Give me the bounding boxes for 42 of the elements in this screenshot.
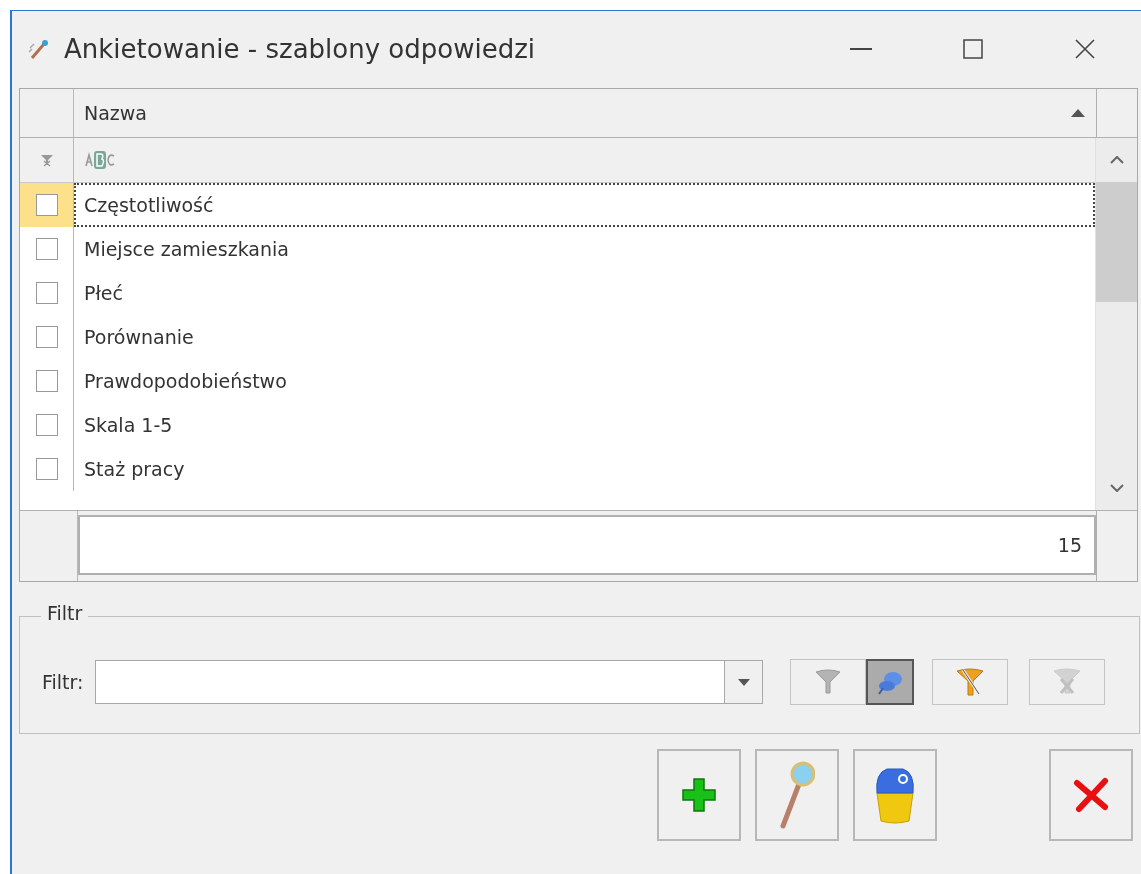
add-button[interactable] (657, 749, 741, 841)
close-button[interactable] (1049, 749, 1133, 841)
checkbox[interactable] (35, 282, 58, 304)
text-filter-icon[interactable] (84, 151, 116, 169)
row-name[interactable]: Skala 1-5 (74, 403, 1095, 447)
edit-filter-button[interactable] (932, 659, 1009, 705)
edit-button[interactable] (755, 749, 839, 841)
checkbox[interactable] (35, 370, 58, 392)
funnel-wrench-icon (955, 667, 986, 697)
filter-label: Filtr: (42, 671, 84, 693)
scrollbar[interactable] (1095, 138, 1137, 510)
row-name[interactable]: Częstotliwość (74, 183, 1095, 227)
close-icon (1071, 775, 1111, 815)
dropdown-arrow-icon (737, 678, 750, 686)
record-count: 15 (78, 515, 1096, 575)
window-title: Ankietowanie - szablony odpowiedzi (64, 34, 537, 64)
checkbox[interactable] (35, 326, 58, 348)
funnel-cross-icon (1052, 667, 1083, 697)
magnifier-icon (779, 760, 815, 830)
plus-icon (679, 775, 719, 815)
maximize-icon (963, 39, 983, 59)
scroll-down-icon (1109, 484, 1124, 492)
filter-icon (39, 153, 54, 167)
pencil-icon (28, 38, 50, 60)
funnel-icon (814, 669, 843, 695)
minimize-icon (850, 48, 872, 50)
row-name[interactable]: Miejsce zamieszkania (74, 227, 1095, 271)
row-name[interactable]: Płeć (74, 271, 1095, 315)
close-icon (1074, 38, 1096, 60)
row-name[interactable]: Porównanie (74, 315, 1095, 359)
scroll-up-icon (1109, 156, 1124, 164)
checkbox[interactable] (35, 414, 58, 436)
row-name[interactable]: Staż pracy (74, 447, 1095, 491)
column-header[interactable]: Nazwa (74, 89, 1097, 137)
pin-button[interactable] (866, 659, 915, 705)
row-name[interactable]: Prawdopodobieństwo (74, 359, 1095, 403)
checkbox[interactable] (35, 458, 58, 480)
filter-dropdown[interactable] (95, 660, 764, 704)
checkbox[interactable] (35, 238, 58, 260)
delete-button[interactable] (853, 749, 937, 841)
bin-icon (873, 765, 917, 825)
checkbox[interactable] (35, 194, 58, 216)
